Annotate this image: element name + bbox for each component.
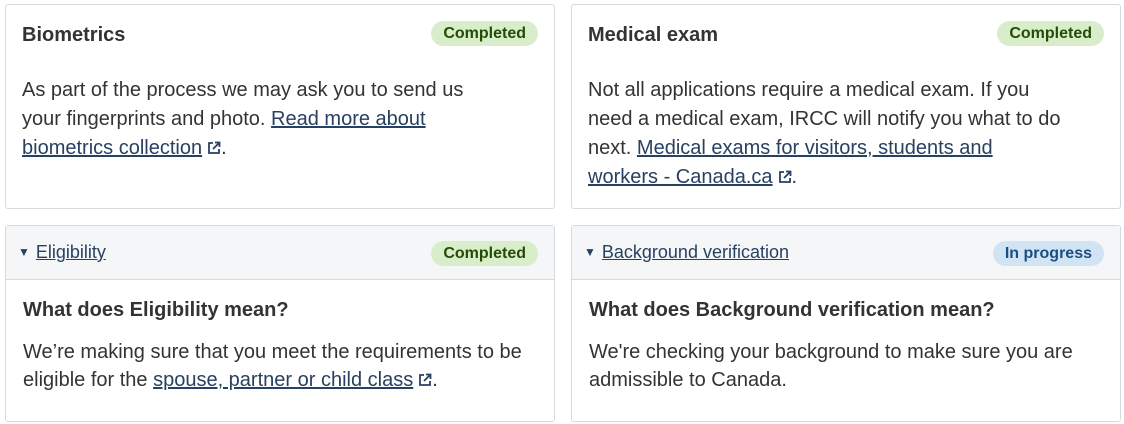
- eligibility-question: What does Eligibility mean?: [23, 299, 289, 321]
- eligibility-toggle-label: Eligibility: [35, 242, 106, 262]
- biometrics-card: Biometrics Completed As part of the proc…: [5, 4, 555, 209]
- background-verification-toggle[interactable]: ▼ Background verification: [584, 242, 789, 263]
- eligibility-toggle[interactable]: ▼ Eligibility: [18, 242, 106, 263]
- biometrics-description: As part of the process we may ask you to…: [22, 76, 492, 163]
- background-question: What does Background verification mean?: [589, 299, 995, 321]
- caret-down-icon: ▼: [584, 245, 596, 259]
- biometrics-text-end: .: [221, 137, 227, 159]
- medical-exam-link[interactable]: Medical exams for visitors, students and…: [588, 137, 993, 188]
- eligibility-status-badge: Completed: [431, 241, 538, 266]
- medical-exam-card: Medical exam Completed Not all applicati…: [571, 4, 1121, 209]
- eligibility-panel: ▼ Eligibility Completed What does Eligibi…: [5, 225, 555, 422]
- eligibility-description: We’re making sure that you meet the requ…: [23, 338, 533, 394]
- external-link-icon: [208, 141, 221, 154]
- medical-exam-status-badge: Completed: [997, 21, 1104, 46]
- external-link-icon: [778, 170, 791, 183]
- eligibility-link[interactable]: spouse, partner or child class: [153, 369, 432, 391]
- medical-exam-title: Medical exam: [588, 24, 719, 46]
- background-description: We're checking your background to make s…: [589, 341, 1073, 391]
- background-status-badge: In progress: [992, 241, 1104, 266]
- eligibility-link-label: spouse, partner or child class: [153, 369, 414, 391]
- medical-exam-description: Not all applications require a medical e…: [588, 76, 1068, 192]
- background-panel-header: ▼ Background verification In progress: [572, 226, 1120, 280]
- medical-exam-text-end: .: [791, 166, 798, 188]
- biometrics-title: Biometrics: [22, 24, 126, 46]
- caret-down-icon: ▼: [18, 245, 30, 259]
- eligibility-text-end: .: [432, 369, 438, 391]
- eligibility-panel-header: ▼ Eligibility Completed: [6, 226, 554, 280]
- background-verification-panel: ▼ Background verification In progress Wha…: [571, 225, 1121, 422]
- background-toggle-label: Background verification: [601, 242, 789, 262]
- biometrics-status-badge: Completed: [431, 21, 538, 46]
- external-link-icon: [419, 373, 432, 386]
